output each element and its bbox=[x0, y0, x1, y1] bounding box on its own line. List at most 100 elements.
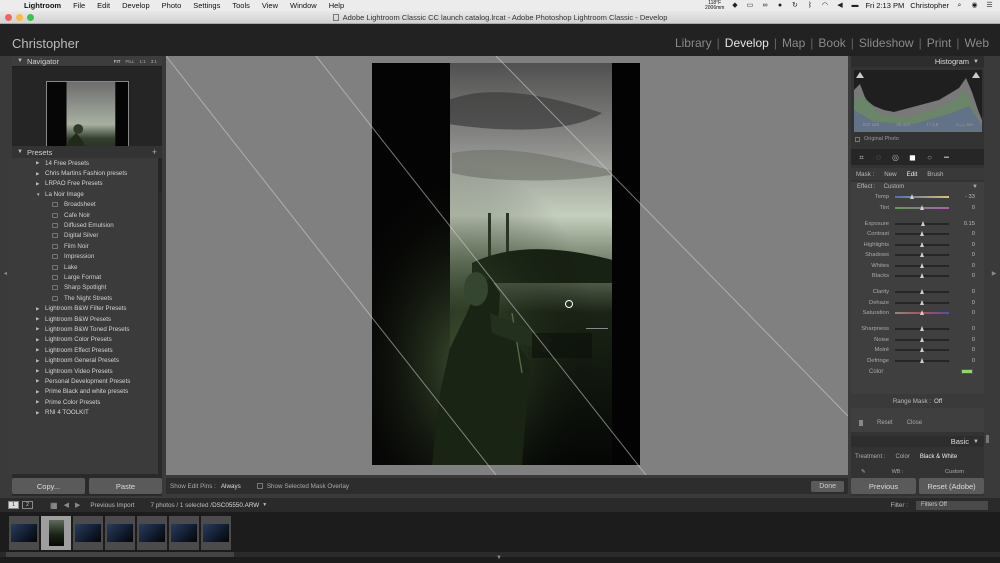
slider-track[interactable] bbox=[895, 252, 949, 258]
eyedropper-icon[interactable]: ✎ bbox=[861, 469, 866, 475]
zoom-3-1[interactable]: 3:1 bbox=[151, 59, 157, 64]
creative-cloud-icon[interactable]: ∞ bbox=[760, 2, 769, 10]
collapsed-triangle-icon[interactable]: ▶ bbox=[36, 399, 45, 405]
collapsed-triangle-icon[interactable]: ▶ bbox=[36, 326, 45, 332]
collapsed-triangle-icon[interactable]: ▶ bbox=[36, 358, 45, 364]
filmstrip-source[interactable]: Previous Import bbox=[90, 502, 134, 509]
previous-button[interactable]: Previous bbox=[851, 478, 916, 494]
graduated-filter-icon[interactable]: ◼ bbox=[908, 153, 917, 162]
filmstrip-thumbnail[interactable] bbox=[105, 516, 135, 550]
collapsed-triangle-icon[interactable]: ▶ bbox=[36, 389, 45, 395]
color-swatch[interactable] bbox=[961, 369, 973, 375]
slider-thumb[interactable] bbox=[919, 326, 924, 332]
mask-brush[interactable]: Brush bbox=[927, 171, 943, 178]
zoom-fill[interactable]: FILL bbox=[125, 59, 134, 64]
main-window-view-button[interactable]: 1 bbox=[8, 501, 19, 509]
siri-icon[interactable]: ◉ bbox=[970, 2, 979, 10]
photo-canvas[interactable] bbox=[166, 56, 848, 475]
slider-value[interactable]: - 33 bbox=[965, 194, 984, 200]
menu-app-lightroom[interactable]: Lightroom bbox=[18, 1, 67, 10]
module-map[interactable]: Map bbox=[777, 36, 810, 50]
original-photo-toggle[interactable]: Original Photo bbox=[855, 136, 899, 142]
mask-overlay-label[interactable]: Show Selected Mask Overlay bbox=[267, 483, 349, 490]
treatment-bw[interactable]: Black & White bbox=[920, 454, 957, 460]
edit-pin[interactable] bbox=[565, 300, 573, 308]
preset-folder[interactable]: ▶ Lightroom Video Presets bbox=[7, 366, 158, 376]
zoom-fit[interactable]: FIT bbox=[114, 59, 121, 64]
adjustment-brush-icon[interactable]: ━ bbox=[942, 153, 951, 162]
module-web[interactable]: Web bbox=[960, 36, 994, 50]
filmstrip-thumbnail[interactable] bbox=[137, 516, 167, 550]
preset-item[interactable]: Broadsheet bbox=[7, 200, 158, 210]
collapsed-triangle-icon[interactable]: ▶ bbox=[36, 378, 45, 384]
wifi-icon[interactable]: ◠ bbox=[820, 2, 829, 10]
preset-folder[interactable]: ▶ 14 Free Presets bbox=[7, 158, 158, 168]
filmstrip-thumbnail[interactable] bbox=[169, 516, 199, 550]
volume-icon[interactable]: ◀ bbox=[835, 2, 844, 10]
done-button[interactable]: Done bbox=[811, 480, 844, 492]
slider-value[interactable]: 0 bbox=[972, 310, 984, 316]
slider-track[interactable] bbox=[895, 241, 949, 247]
slider-track[interactable] bbox=[895, 272, 949, 278]
preset-item[interactable]: Cafe Noir bbox=[7, 210, 158, 220]
slider-value[interactable]: 0 bbox=[972, 263, 984, 269]
preset-folder[interactable]: ▼ La Noir Image bbox=[7, 189, 158, 199]
preset-folder[interactable]: ▶ Lightroom B&W Toned Presets bbox=[7, 324, 158, 334]
red-eye-icon[interactable]: ◎ bbox=[891, 153, 900, 162]
search-icon[interactable]: ⌕ bbox=[955, 2, 964, 10]
preset-folder[interactable]: ▶ Lightroom General Presets bbox=[7, 355, 158, 365]
effect-collapse-icon[interactable]: ▼ bbox=[972, 184, 978, 190]
menu-photo[interactable]: Photo bbox=[156, 1, 188, 10]
effect-reset-button[interactable]: Reset bbox=[877, 420, 893, 426]
preset-item[interactable]: Large Format bbox=[7, 272, 158, 282]
preset-folder[interactable]: ▶ Lightroom Effect Presets bbox=[7, 345, 158, 355]
collapsed-triangle-icon[interactable]: ▶ bbox=[36, 316, 45, 322]
slider-value[interactable]: 0 bbox=[972, 289, 984, 295]
minimize-window-button[interactable] bbox=[16, 14, 23, 21]
battery-icon[interactable]: ▬ bbox=[850, 2, 859, 10]
reset-adobe-button[interactable]: Reset (Adobe) bbox=[919, 478, 984, 494]
menu-develop[interactable]: Develop bbox=[116, 1, 156, 10]
slider-thumb[interactable] bbox=[919, 262, 924, 268]
slider-track[interactable] bbox=[895, 262, 949, 268]
slider-track[interactable] bbox=[895, 231, 949, 237]
effect-preset-select[interactable]: Custom bbox=[884, 184, 905, 190]
mask-overlay-checkbox[interactable] bbox=[256, 483, 263, 489]
bluetooth-icon[interactable]: ᛒ bbox=[805, 2, 814, 10]
slider-thumb[interactable] bbox=[919, 357, 924, 363]
back-arrow-icon[interactable]: ◀ bbox=[64, 501, 69, 509]
slider-value[interactable]: 0.15 bbox=[964, 221, 984, 227]
slider-thumb[interactable] bbox=[919, 310, 924, 316]
collapsed-triangle-icon[interactable]: ▶ bbox=[36, 171, 45, 177]
collapsed-triangle-icon[interactable]: ▶ bbox=[36, 337, 45, 343]
collapse-triangle-icon[interactable]: ▼ bbox=[973, 439, 979, 445]
identity-plate[interactable]: Christopher bbox=[12, 36, 79, 51]
module-book[interactable]: Book bbox=[813, 36, 850, 50]
notification-center-icon[interactable]: ☰ bbox=[985, 2, 994, 10]
slider-thumb[interactable] bbox=[919, 299, 924, 305]
copy-button[interactable]: Copy... bbox=[12, 478, 85, 494]
notification-icon[interactable]: ● bbox=[775, 2, 784, 10]
slider-value[interactable]: 0 bbox=[972, 231, 984, 237]
presets-header[interactable]: ▼ Presets + bbox=[12, 146, 162, 158]
preset-folder[interactable]: ▶ Lightroom Color Presets bbox=[7, 335, 158, 345]
preset-item[interactable]: Film Noir bbox=[7, 241, 158, 251]
preset-folder[interactable]: ▶ Personal Development Presets bbox=[7, 376, 158, 386]
show-pins-select[interactable]: Always bbox=[221, 483, 241, 490]
preset-folder[interactable]: ▶ Prime Color Presets bbox=[7, 397, 158, 407]
slider-value[interactable]: 0 bbox=[972, 273, 984, 279]
slider-thumb[interactable] bbox=[910, 194, 915, 200]
expanded-triangle-icon[interactable]: ▼ bbox=[36, 192, 45, 197]
filmstrip-toggle-icon[interactable]: ▼ bbox=[496, 555, 502, 561]
filmstrip-thumbnail[interactable] bbox=[9, 516, 39, 550]
module-library[interactable]: Library bbox=[670, 36, 717, 50]
slider-track[interactable] bbox=[895, 326, 949, 332]
pin-handle[interactable] bbox=[586, 328, 608, 329]
slider-thumb[interactable] bbox=[919, 231, 924, 237]
slider-value[interactable]: 0 bbox=[972, 326, 984, 332]
collapse-triangle-icon[interactable]: ▼ bbox=[17, 58, 23, 64]
close-window-button[interactable] bbox=[5, 14, 12, 21]
slider-track[interactable] bbox=[895, 336, 949, 342]
preset-folder[interactable]: ▶ LRPAO Free Presets bbox=[7, 179, 158, 189]
preset-item[interactable]: Lake bbox=[7, 262, 158, 272]
